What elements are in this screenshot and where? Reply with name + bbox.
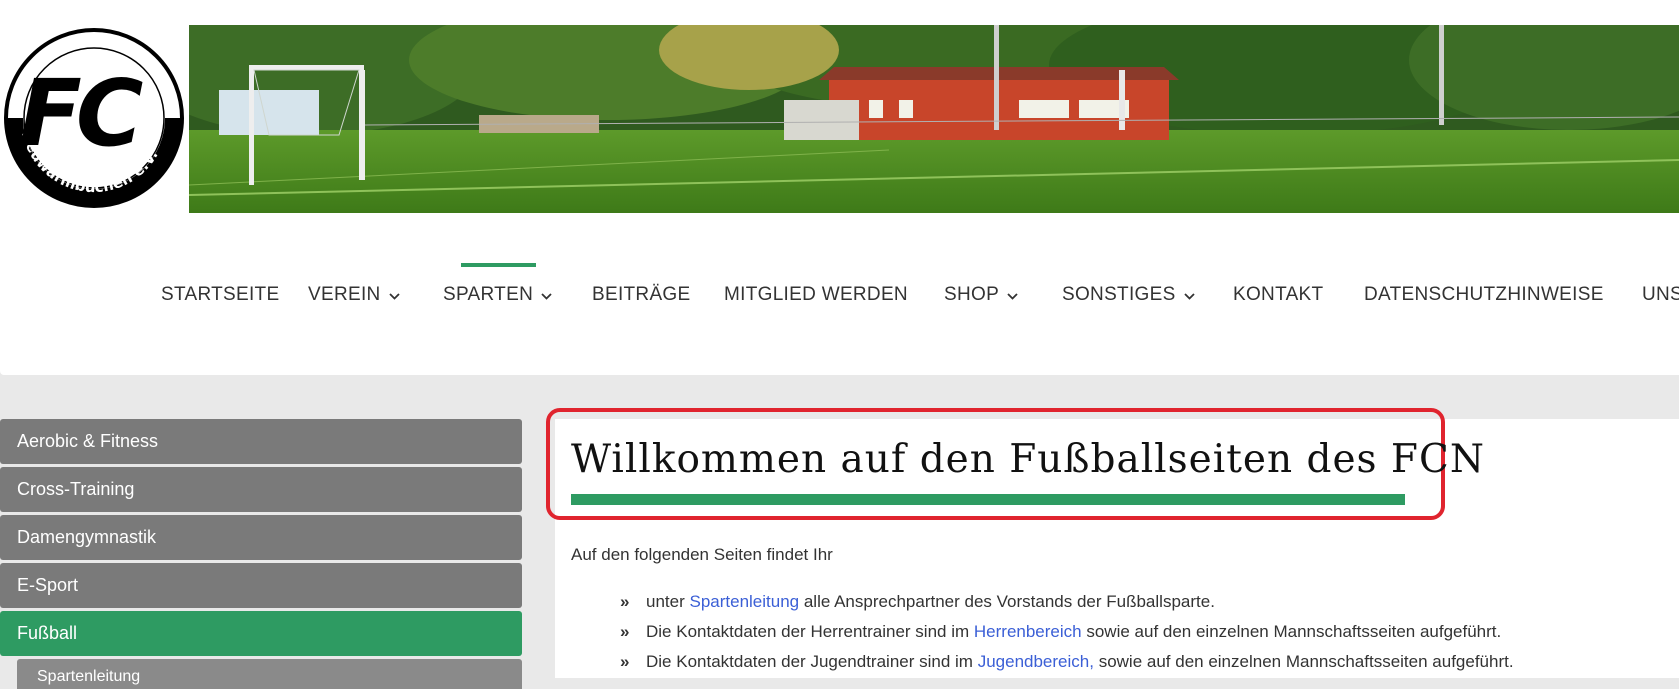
link-herrenbereich[interactable]: Herrenbereich <box>974 622 1082 641</box>
list-item-text: sowie auf den einzelnen Mannschaftsseite… <box>1081 622 1502 641</box>
nav-item-kontakt[interactable]: KONTAKT <box>1233 284 1323 306</box>
bullet-mark: » <box>620 592 630 611</box>
sidebar-item-damengymnastik[interactable]: Damengymnastik <box>0 515 522 560</box>
club-logo-graphic: Neuwarmbüchen e.V. FC <box>4 28 184 208</box>
intro-text: Auf den folgenden Seiten findet Ihr <box>571 545 833 564</box>
chevron-down-icon[interactable] <box>388 284 400 306</box>
list-item-text: alle Ansprechpartner des Vorstands der F… <box>799 592 1215 611</box>
nav-item-label: VEREIN <box>308 284 381 306</box>
bullet-mark: » <box>620 652 630 671</box>
sidebar-item-label: Fußball <box>17 623 78 643</box>
chevron-down-icon[interactable] <box>541 284 552 306</box>
list-item-text: Die Kontaktdaten der Jugendtrainer sind … <box>646 652 978 671</box>
banner-image <box>189 25 1679 213</box>
nav-item-label: KONTAKT <box>1233 284 1324 305</box>
link-spartenleitung[interactable]: Spartenleitung <box>689 592 799 611</box>
main-navigation: STARTSEITE VEREIN SPARTEN BEITRÄGE MITGL… <box>0 270 1679 320</box>
logo-letters: FC <box>19 60 143 167</box>
sidebar-item-aerobic-fitness[interactable]: Aerobic & Fitness <box>0 419 522 464</box>
nav-item-startseite[interactable]: STARTSEITE <box>161 284 279 306</box>
bullet-mark: » <box>620 622 630 641</box>
nav-item-sparten[interactable]: SPARTEN <box>443 284 552 306</box>
nav-item-mitglied-werden[interactable]: MITGLIED WERDEN <box>724 284 908 306</box>
sidebar-item-e-sport[interactable]: E-Sport <box>0 563 522 608</box>
nav-item-label: SHOP <box>944 284 1000 306</box>
nav-item-label: UNS <box>1642 284 1679 305</box>
title-underline <box>571 494 1405 505</box>
page-title: Willkommen auf den Fußballseiten des FCN <box>571 437 1485 482</box>
sidebar-item-label: Aerobic & Fitness <box>17 431 159 451</box>
sidebar-item-fussball[interactable]: Fußball <box>0 611 522 656</box>
sidebar-item-cross-training[interactable]: Cross-Training <box>0 467 522 512</box>
sidebar-subitem-spartenleitung[interactable]: Spartenleitung <box>17 659 522 689</box>
chevron-down-icon[interactable] <box>1183 284 1195 306</box>
nav-item-label: SONSTIGES <box>1062 284 1176 306</box>
sidebar-subitem-label: Spartenleitung <box>37 668 141 685</box>
nav-item-sonstiges[interactable]: SONSTIGES <box>1062 284 1195 306</box>
nav-item-beitraege[interactable]: BEITRÄGE <box>592 284 690 306</box>
list-item-text: Die Kontaktdaten der Herrentrainer sind … <box>646 622 974 641</box>
nav-item-label: BEITRÄGE <box>592 284 691 305</box>
nav-item-uns[interactable]: UNS <box>1642 284 1679 306</box>
list-item-text: unter <box>646 592 690 611</box>
sidebar-item-label: E-Sport <box>17 575 79 595</box>
nav-item-datenschutzhinweise[interactable]: DATENSCHUTZHINWEISE <box>1364 284 1604 306</box>
site-header: Neuwarmbüchen e.V. FC STARTSEITE VEREIN … <box>0 0 1679 375</box>
club-logo[interactable]: Neuwarmbüchen e.V. FC <box>3 27 185 210</box>
chevron-down-icon[interactable] <box>1007 284 1018 306</box>
nav-item-verein[interactable]: VEREIN <box>308 284 400 306</box>
nav-item-label: DATENSCHUTZHINWEISE <box>1364 284 1604 305</box>
list-item-text: sowie auf den einzelnen Mannschaftsseite… <box>1093 652 1514 671</box>
nav-active-indicator <box>461 263 536 267</box>
nav-item-label: SPARTEN <box>443 284 534 306</box>
sidebar-item-label: Damengymnastik <box>17 527 157 547</box>
sidebar-item-label: Cross-Training <box>17 479 135 499</box>
nav-item-label: MITGLIED WERDEN <box>724 284 908 305</box>
nav-item-label: STARTSEITE <box>161 284 280 305</box>
link-jugendbereich[interactable]: Jugendbereich, <box>978 652 1094 671</box>
nav-item-shop[interactable]: SHOP <box>944 284 1018 306</box>
